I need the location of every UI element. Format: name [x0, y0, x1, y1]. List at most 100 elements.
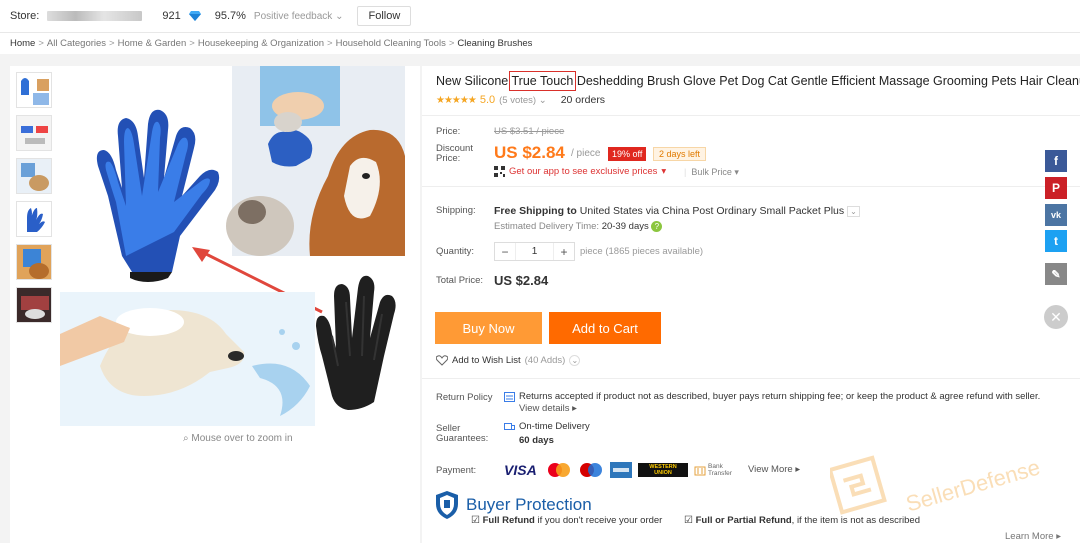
- thumbnail-2[interactable]: [16, 115, 52, 151]
- discount-price: US $2.84: [494, 143, 565, 162]
- main-product-image[interactable]: [60, 66, 405, 426]
- view-more-label: View More: [748, 464, 793, 475]
- price-label: Price:: [436, 126, 461, 137]
- maestro-logo: [580, 463, 602, 477]
- rating-stars-icon: ★★★★★: [436, 94, 477, 106]
- return-policy-text: Returns accepted if product not as descr…: [519, 391, 1059, 415]
- positive-feedback-dropdown[interactable]: Positive feedback ⌄: [254, 11, 344, 22]
- image-gallery: ⌕ Mouse over to zoom in: [10, 66, 420, 543]
- bulk-price-dropdown[interactable]: | Bulk Price ▾: [684, 167, 739, 178]
- ontime-delivery: On-time Delivery: [519, 421, 590, 432]
- thumbnail-6[interactable]: [16, 287, 52, 323]
- delivery-label: Estimated Delivery Time:: [494, 221, 600, 232]
- mastercard-logo: [548, 463, 570, 477]
- app-promo-link[interactable]: Get our app to see exclusive prices ▾: [494, 166, 666, 177]
- quantity-stepper: − 1 +: [494, 242, 575, 261]
- divider: [422, 378, 1080, 379]
- crumb-all-categories[interactable]: All Categories: [47, 38, 106, 49]
- return-text: Returns accepted if product not as descr…: [519, 391, 1041, 402]
- divider: [422, 186, 1080, 187]
- payment-methods: VISA WESTERN UNION Bank Transfer: [504, 462, 738, 478]
- thumbnail-4[interactable]: [16, 201, 52, 237]
- thumbnail-5[interactable]: [16, 244, 52, 280]
- rating-votes-dropdown[interactable]: (5 votes) ⌄: [499, 95, 547, 106]
- positive-feedback-label: Positive feedback: [253, 10, 333, 22]
- store-label: Store:: [10, 10, 40, 22]
- learn-more-link[interactable]: Learn More ▸: [1005, 531, 1061, 542]
- thumbnail-1[interactable]: [16, 72, 52, 108]
- checkbox-icon: ☑: [684, 515, 693, 526]
- crumb-current: Cleaning Brushes: [457, 38, 533, 49]
- facebook-share-icon[interactable]: f: [1045, 150, 1067, 172]
- crumb-home-garden[interactable]: Home & Garden: [118, 38, 187, 49]
- partial-refund-row: ☑ Full or Partial Refund, if the item is…: [684, 515, 920, 526]
- original-price: US $3.51 / piece: [494, 126, 565, 137]
- delivery-unit: days: [628, 221, 649, 232]
- return-policy-label: Return Policy: [436, 392, 493, 403]
- store-name-blurred[interactable]: [47, 11, 143, 21]
- western-union-logo: WESTERN UNION: [638, 463, 688, 477]
- guarantee-label-2: Guarantees:: [436, 433, 489, 444]
- shield-icon: [436, 491, 458, 519]
- votes-label: (5 votes): [499, 94, 537, 106]
- close-icon[interactable]: ✕: [1044, 305, 1068, 329]
- full-refund-label: Full Refund: [482, 515, 535, 526]
- heart-icon: [436, 355, 448, 366]
- vk-share-icon[interactable]: vk: [1045, 204, 1067, 226]
- days-left-badge: 2 days left: [653, 147, 707, 161]
- crumb-home[interactable]: Home: [10, 38, 35, 49]
- amex-logo: [610, 462, 632, 478]
- quantity-decrease-button[interactable]: −: [495, 245, 515, 259]
- pinterest-share-icon[interactable]: P: [1045, 177, 1067, 199]
- title-highlight: True Touch: [508, 71, 577, 91]
- positive-percent: 95.7%: [214, 10, 246, 22]
- full-refund-row: ☑ Full Refund if you don't receive your …: [471, 515, 662, 526]
- total-price-label: Total Price:: [436, 275, 483, 286]
- breadcrumb: Home > All Categories > Home & Garden > Housek…: [10, 38, 533, 49]
- crumb-housekeeping[interactable]: Housekeeping & Organization: [198, 38, 324, 49]
- crumb-cleaning-tools[interactable]: Household Cleaning Tools: [336, 38, 446, 49]
- ontime-days: 60 days: [519, 435, 554, 446]
- app-promo-text: Get our app to see exclusive prices: [509, 166, 658, 177]
- store-score: 921: [162, 10, 181, 22]
- add-to-cart-button[interactable]: Add to Cart: [549, 312, 661, 344]
- checkbox-icon: ☑: [471, 515, 480, 526]
- rating-value: 5.0: [479, 94, 496, 106]
- quantity-label: Quantity:: [436, 246, 475, 257]
- pencil-icon[interactable]: ✎: [1045, 263, 1067, 285]
- product-title: New Silicone True Touch Deshedding Brush…: [436, 71, 1080, 91]
- view-details-link[interactable]: View details ▸: [519, 403, 577, 414]
- wishlist-label: Add to Wish List: [452, 355, 521, 366]
- follow-button[interactable]: Follow: [357, 6, 412, 26]
- total-price: US $2.84: [494, 273, 549, 288]
- thumbnail-3[interactable]: [16, 158, 52, 194]
- view-details-label: View details: [519, 403, 570, 414]
- partial-refund-label: Full or Partial Refund: [695, 515, 792, 526]
- help-icon[interactable]: ?: [651, 221, 663, 232]
- divider: [422, 115, 1080, 116]
- chevron-down-icon: ⌄: [847, 206, 860, 217]
- bank-icon: [694, 466, 706, 476]
- discount-price-label-2: Price:: [436, 153, 461, 164]
- zoom-hint: ⌕ Mouse over to zoom in: [183, 433, 293, 444]
- add-to-wishlist[interactable]: Add to Wish List (40 Adds) ⌄: [436, 355, 581, 366]
- estimated-delivery: Estimated Delivery Time: 20-39 days ?: [494, 221, 663, 232]
- quantity-input[interactable]: 1: [515, 243, 554, 260]
- discount-badge: 19% off: [608, 147, 647, 161]
- zoom-hint-label: Mouse over to zoom in: [191, 433, 293, 444]
- full-refund-text: if you don't receive your order: [537, 515, 663, 526]
- price-unit: / piece: [571, 148, 601, 159]
- buy-now-button[interactable]: Buy Now: [435, 312, 542, 344]
- quantity-increase-button[interactable]: +: [554, 245, 574, 259]
- shipping-option-dropdown[interactable]: Free Shipping to United States via China…: [494, 205, 860, 217]
- title-part-1: New Silicone: [436, 74, 512, 88]
- visa-logo: VISA: [504, 462, 537, 478]
- title-part-2: Deshedding Brush Glove Pet Dog Cat Gentl…: [573, 74, 1080, 88]
- bulk-price-label: Bulk Price: [691, 167, 732, 177]
- twitter-share-icon[interactable]: t: [1045, 230, 1067, 252]
- bank-transfer-logo: Bank Transfer: [694, 463, 738, 477]
- caret-down-icon: ▾: [661, 166, 667, 177]
- view-more-link[interactable]: View More ▸: [748, 464, 800, 475]
- chevron-down-icon[interactable]: ⌄: [569, 355, 581, 366]
- learn-more-label: Learn More: [1005, 531, 1054, 542]
